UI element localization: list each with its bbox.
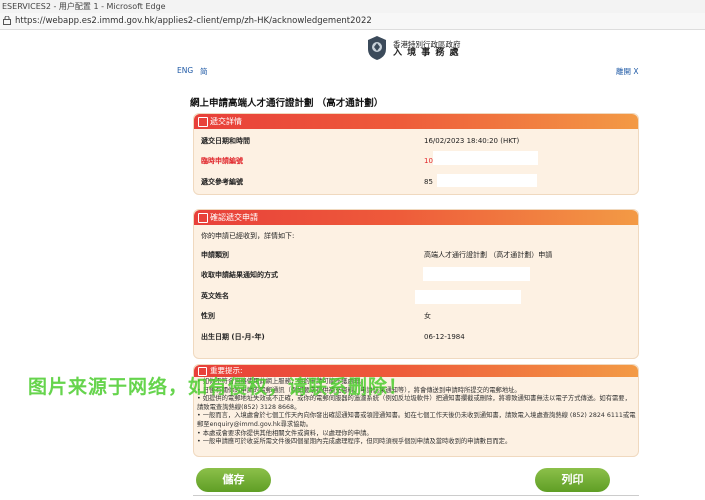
submit-ref-number-label: 遞交參考編號 xyxy=(201,178,243,186)
lang-eng-link[interactable]: ENG xyxy=(177,66,193,75)
gender-value: 女 xyxy=(424,312,431,320)
lock-icon xyxy=(3,16,11,25)
agency-line-2: 入 境 事 務 處 xyxy=(393,48,460,58)
note-item: 郵至enquiry@immd.gov.hk尋求協助。 xyxy=(197,420,313,428)
gender-label: 性別 xyxy=(201,312,215,320)
app-category-label: 申請類別 xyxy=(201,251,229,259)
note-item: • 一般申請應可於收妥所需文件後四個星期內完成處理程序，但同時須視乎個別申請及當… xyxy=(197,438,512,446)
redaction-mask xyxy=(423,267,530,281)
redaction-mask xyxy=(415,290,521,304)
notify-method-label: 收取申請結果通知的方式 xyxy=(201,271,278,279)
url-text[interactable]: https://webapp.es2.immd.gov.hk/applies2-… xyxy=(15,15,372,27)
document-icon xyxy=(198,213,208,223)
temp-app-number-label: 臨時申請編號 xyxy=(201,157,243,165)
window-title-bar: ESERVICES2 - 用户配置 1 - Microsoft Edge xyxy=(0,0,705,13)
dob-value: 06-12-1984 xyxy=(424,333,465,341)
confirmation-intro: 你的申請已經收到，詳情如下: xyxy=(201,232,295,240)
lang-sc-link[interactable]: 简 xyxy=(200,66,208,77)
app-category-value: 高端人才通行證計劃 （高才通計劃）申請 xyxy=(424,251,553,259)
window-title: ESERVICES2 - 用户配置 1 - Microsoft Edge xyxy=(2,2,166,11)
temp-app-number-value: 10 xyxy=(424,157,433,165)
page-title: 網上申請高端人才通行證計劃 （高才通計劃） xyxy=(190,98,384,109)
agency-name: 香港特別行政區政府 入 境 事 務 處 xyxy=(393,40,461,58)
print-button[interactable]: 列印 xyxy=(535,468,610,492)
confirmation-panel-header: 確認遞交申請 xyxy=(194,210,638,225)
submission-panel-header: 遞交詳情 xyxy=(194,114,638,129)
submit-time-label: 遞交日期和時間 xyxy=(201,137,250,145)
confirmation-section-title: 確認遞交申請 xyxy=(210,213,258,222)
submit-time-value: 16/02/2023 18:40:20 (HKT) xyxy=(424,137,520,145)
footer-divider xyxy=(193,495,639,496)
dob-label: 出生日期 (日-月-年) xyxy=(201,333,265,341)
confirmation-panel: 確認遞交申請 你的申請已經收到，詳情如下: 申請類別 高端人才通行證計劃 （高才… xyxy=(193,209,639,359)
note-item: • 一般而言，入境處會於七個工作天內向你發出確認通知書或領證通知書。如在七個工作… xyxy=(197,412,636,420)
save-button[interactable]: 儲存 xyxy=(196,468,271,492)
redaction-mask xyxy=(437,174,537,187)
immd-emblem-icon xyxy=(368,36,386,60)
exit-link[interactable]: 離開 X xyxy=(616,66,639,77)
address-bar[interactable]: https://webapp.es2.immd.gov.hk/applies2-… xyxy=(0,13,705,30)
english-name-label: 英文姓名 xyxy=(201,292,229,300)
submission-details-panel: 遞交詳情 遞交日期和時間 16/02/2023 18:40:20 (HKT) 臨… xyxy=(193,113,639,195)
note-item: • 本處或會要求你提供其他相關文件或資料，以處理你的申請。 xyxy=(197,429,373,437)
submission-section-title: 遞交詳情 xyxy=(210,117,242,126)
redaction-mask xyxy=(433,151,538,165)
watermark-text: 图片来源于网络，如有侵权，请联系删除！ xyxy=(28,376,409,398)
document-icon xyxy=(198,117,208,127)
submit-ref-number-value: 85 xyxy=(424,178,433,186)
